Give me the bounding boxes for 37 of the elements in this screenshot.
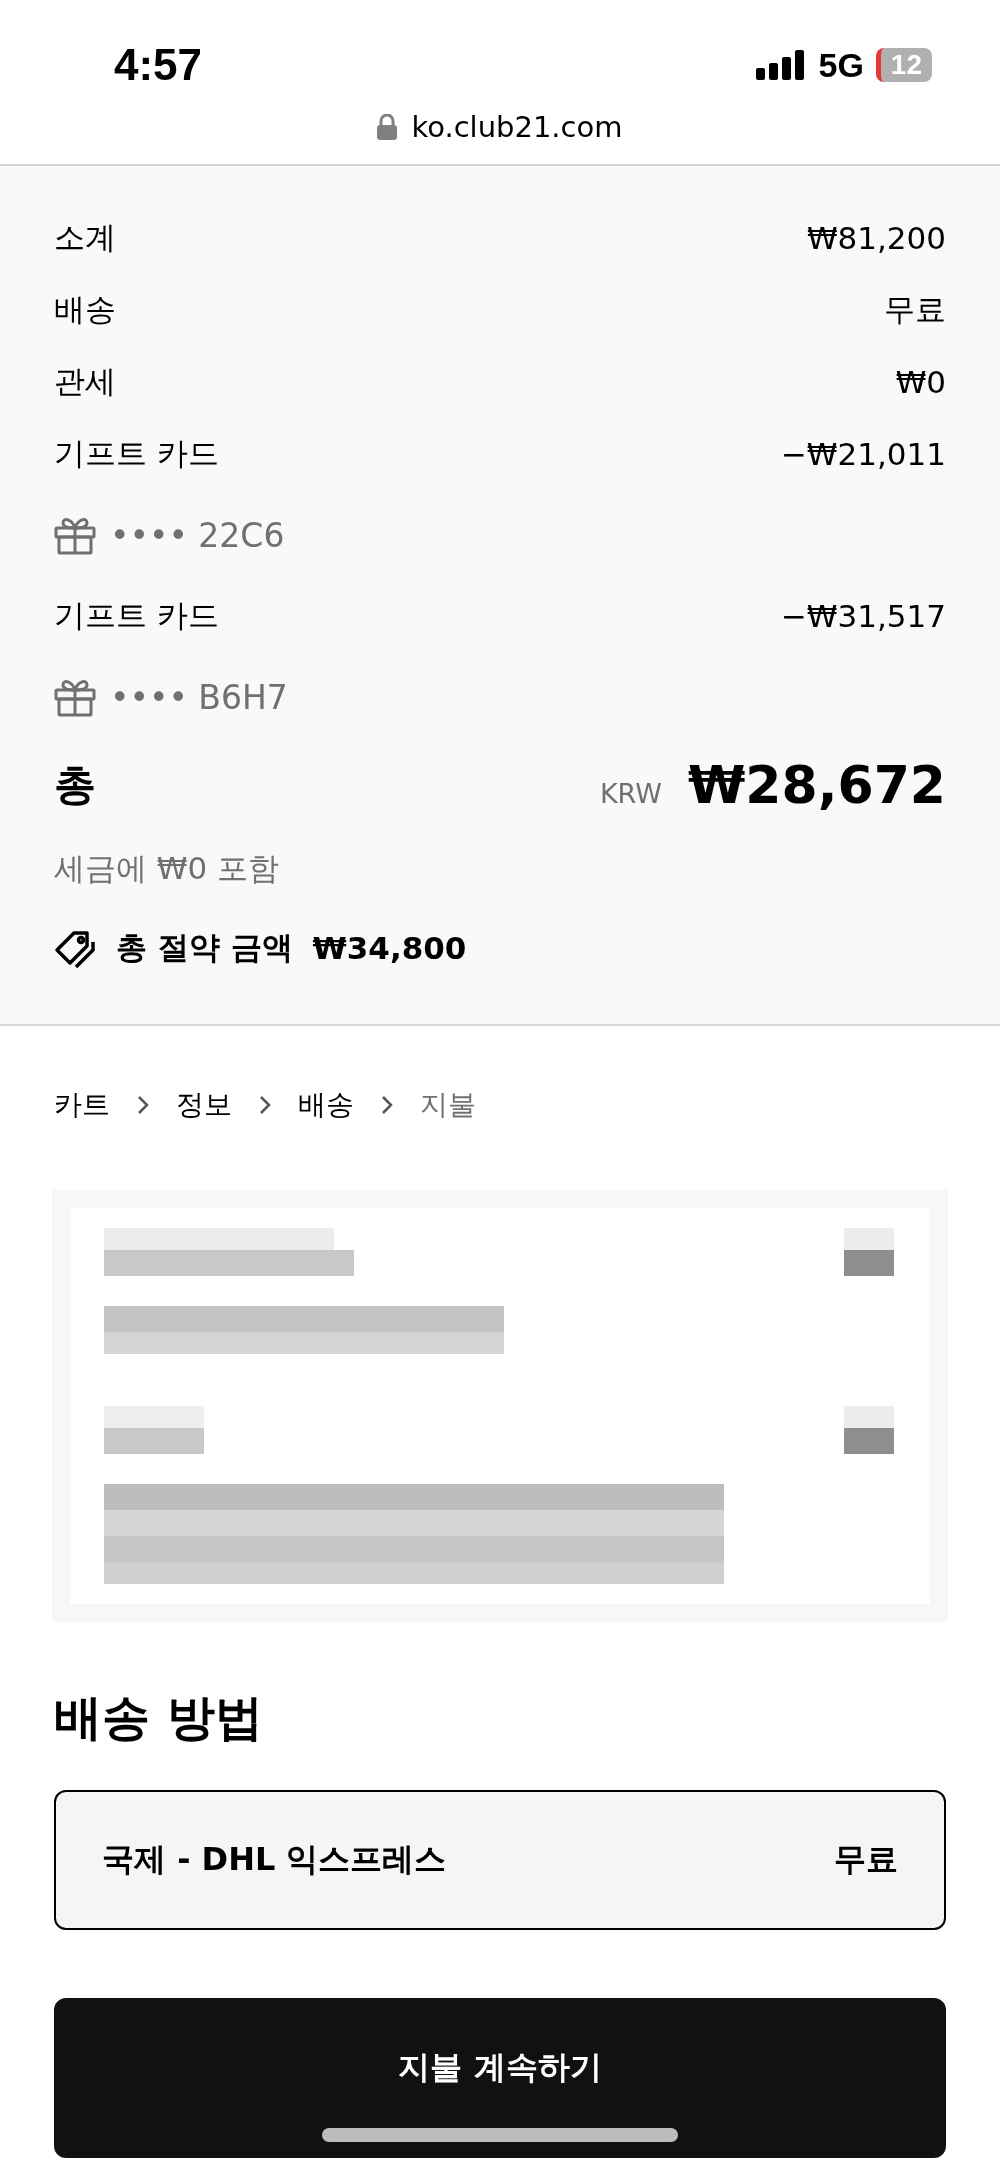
- breadcrumb-item: 지불: [420, 1087, 476, 1123]
- signal-icon: [756, 50, 807, 80]
- line-label: 기프트 카드: [54, 596, 219, 635]
- line-value: 무료: [884, 290, 946, 329]
- total-value: ₩28,672: [687, 755, 946, 815]
- network-label: 5G: [818, 45, 864, 85]
- savings-value: ₩34,800: [312, 930, 467, 966]
- line-label: 기프트 카드: [54, 434, 219, 473]
- breadcrumb-item[interactable]: 배송: [298, 1086, 354, 1124]
- battery-icon: 12: [875, 48, 932, 82]
- gift-card-code: •••• 22C6: [110, 515, 285, 555]
- gift-card-code: •••• B6H7: [110, 677, 288, 717]
- line-label: 배송: [54, 290, 116, 329]
- chevron-icon: [258, 1094, 272, 1116]
- savings-label: 총 절약 금액: [116, 928, 293, 967]
- breadcrumb-item[interactable]: 카트: [54, 1086, 110, 1124]
- tax-note: 세금에 ₩0 포함: [54, 849, 281, 888]
- gift-icon: [54, 515, 96, 555]
- tag-icon: [54, 928, 96, 968]
- chevron-icon: [380, 1094, 394, 1116]
- line-label: 소계: [54, 218, 116, 257]
- url-text: ko.club21.com: [411, 110, 623, 144]
- breadcrumb-item[interactable]: 정보: [176, 1086, 232, 1124]
- total-label: 총: [54, 759, 96, 811]
- line-label: 관세: [54, 362, 116, 401]
- section-heading: 배송 방법: [53, 1688, 264, 1747]
- currency-code: KRW: [599, 778, 662, 809]
- gift-icon: [54, 677, 96, 717]
- line-value: −₩21,011: [780, 436, 946, 472]
- chevron-icon: [136, 1094, 150, 1116]
- line-value: ₩81,200: [806, 220, 946, 256]
- line-value: ₩0: [895, 364, 946, 400]
- status-time: 4:57: [114, 40, 203, 90]
- line-value: −₩31,517: [780, 598, 946, 634]
- shipping-option[interactable]: 국제 - DHL 익스프레스 무료: [54, 1790, 946, 1930]
- lock-icon: [377, 114, 398, 140]
- continue-button[interactable]: 지불 계속하기: [54, 1998, 946, 2158]
